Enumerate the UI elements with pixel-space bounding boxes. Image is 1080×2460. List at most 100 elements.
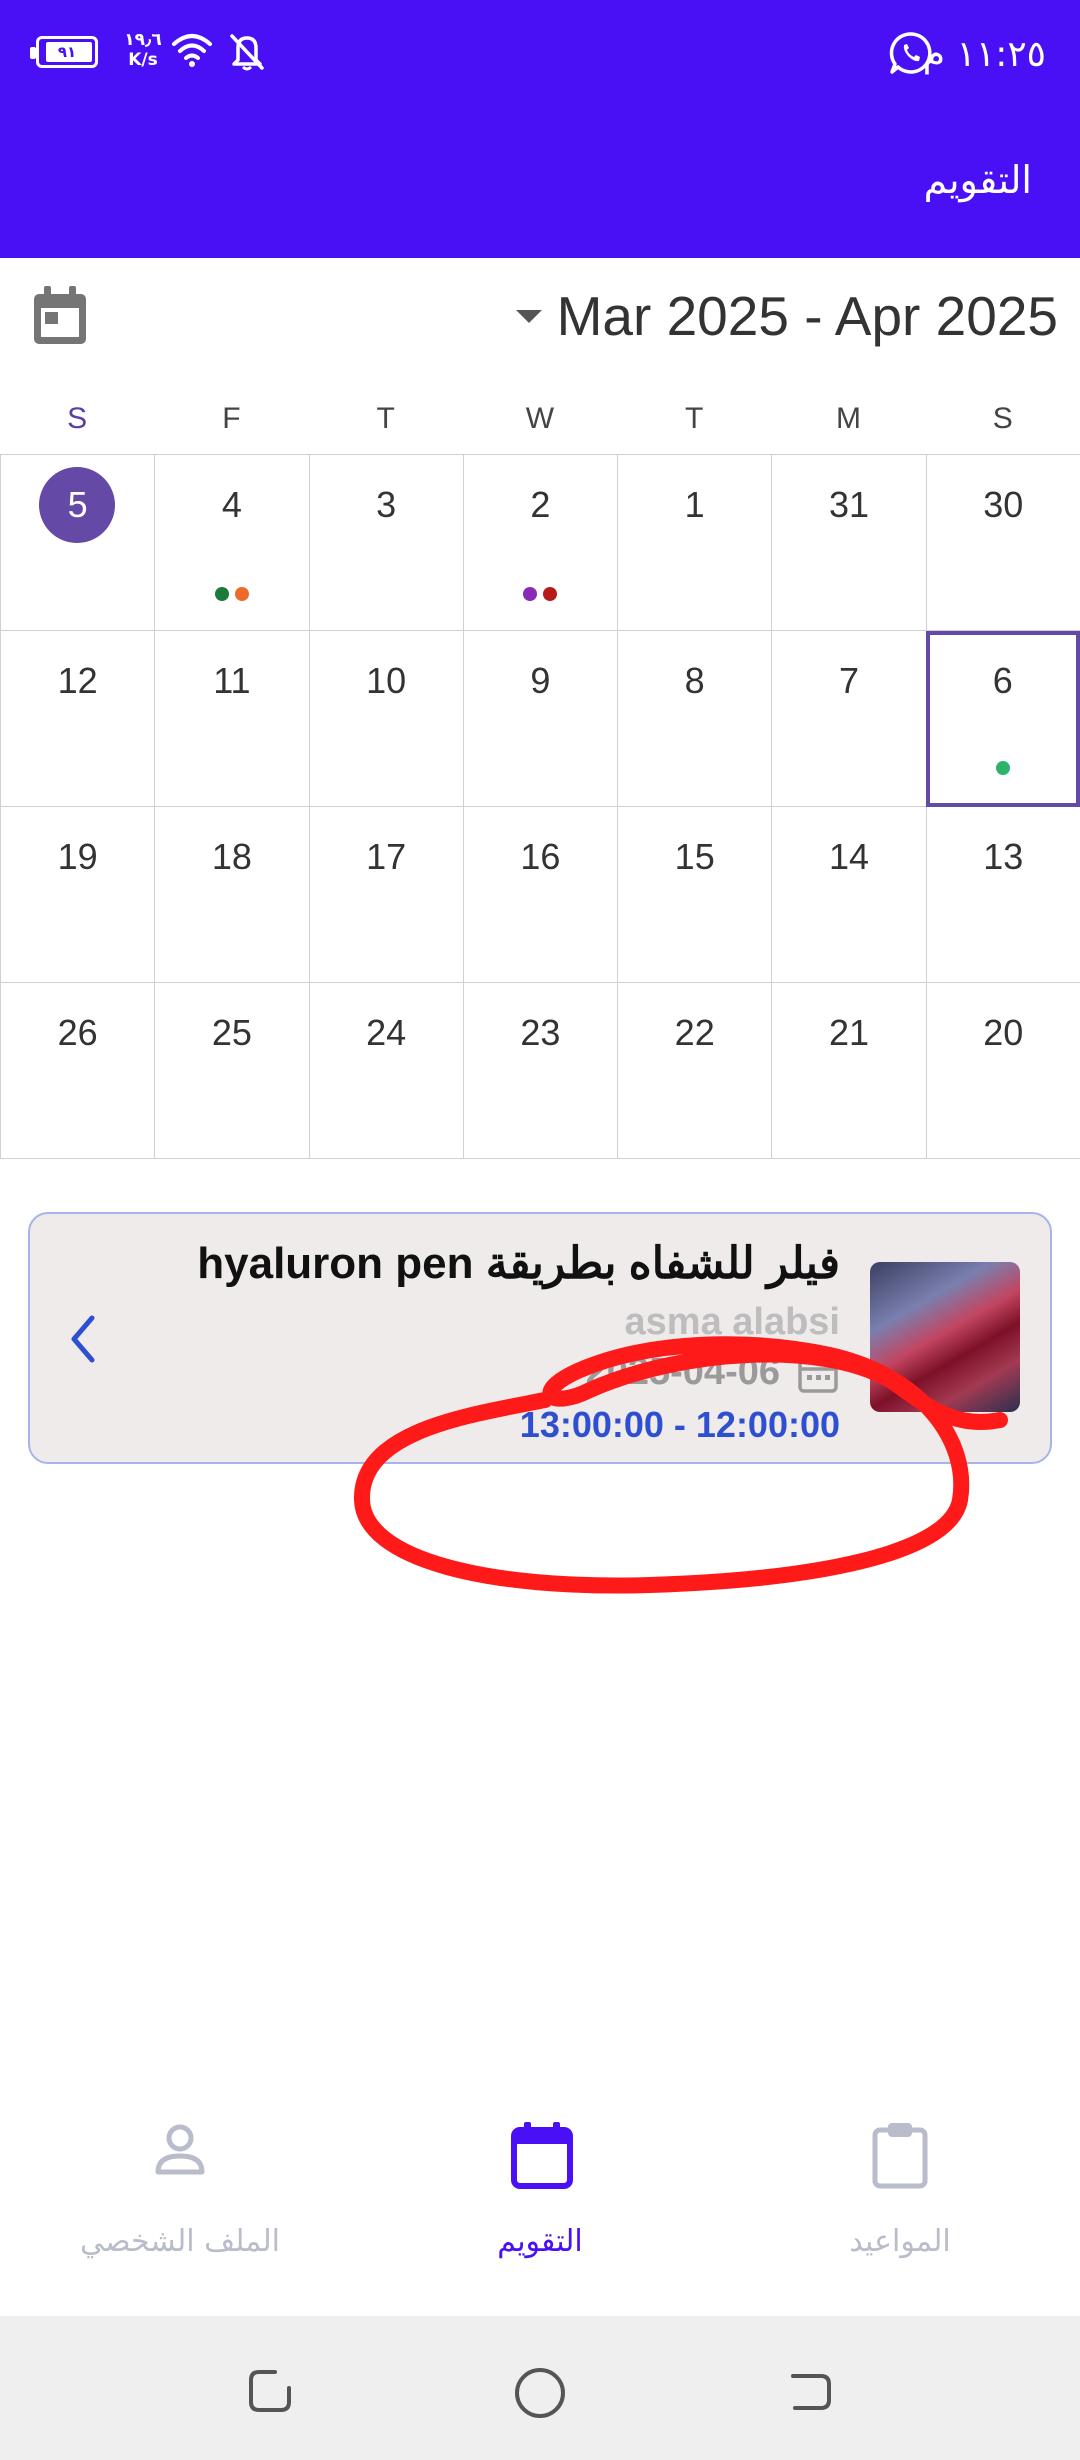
event-dot (234, 587, 249, 601)
top-bar: ٩١ ١٩٫٦ K/s ١١:٢٥ م التقويم (0, 0, 1080, 258)
battery-icon: ٩١ (30, 36, 98, 68)
weekday-label: T (376, 402, 395, 435)
nav-profile[interactable]: الملف الشخصي (30, 2090, 330, 2315)
event-dot (995, 761, 1010, 775)
day-number: 17 (366, 836, 407, 877)
calendar-day[interactable]: 12 (0, 631, 154, 807)
day-number: 19 (57, 836, 98, 877)
calendar-day[interactable]: 25 (154, 983, 308, 1159)
network-speed: ١٩٫٦ K/s (118, 30, 168, 70)
nav-appointments[interactable]: المواعيد (750, 2090, 1050, 2315)
appointment-title: فيلر للشفاه بطريقة hyaluron pen (197, 1239, 840, 1288)
page-title: التقويم (923, 158, 1032, 202)
weekday-label: M (835, 402, 861, 435)
calendar-day[interactable]: 10 (308, 631, 463, 807)
calendar-day[interactable]: 1 (617, 455, 771, 631)
calendar-week: 12 11 10 9 8 7 6 (0, 631, 1080, 807)
clock: ١١:٢٥ م (922, 34, 1046, 75)
calendar-grid: 5 4 3 2 1 31 30 12 11 10 9 8 7 6 19 18 1… (0, 454, 1080, 1159)
event-dots (930, 761, 1076, 775)
weekday-label: S (67, 402, 88, 435)
calendar-day[interactable]: 4 (154, 455, 308, 631)
calendar-day[interactable]: 20 (925, 983, 1080, 1159)
system-navigation-bar (0, 2316, 1080, 2460)
status-bar: ٩١ ١٩٫٦ K/s ١١:٢٥ م (0, 0, 1080, 110)
calendar-day[interactable]: 17 (308, 807, 463, 983)
nav-profile-label: الملف الشخصي (80, 2224, 280, 2259)
calendar-today-icon[interactable] (30, 284, 90, 348)
calendar-week: 5 4 3 2 1 31 30 (0, 455, 1080, 631)
chevron-left-icon[interactable] (68, 1314, 98, 1364)
day-number: 4 (221, 484, 242, 525)
calendar-day[interactable]: 3 (308, 455, 463, 631)
nav-calendar-label: التقويم (497, 2224, 583, 2259)
day-number: 6 (992, 660, 1013, 701)
nav-calendar[interactable]: التقويم (390, 2090, 690, 2315)
event-dot (214, 587, 229, 601)
recent-apps-icon[interactable] (245, 2366, 295, 2416)
day-number: 20 (983, 1012, 1024, 1053)
calendar-day[interactable]: 19 (0, 807, 154, 983)
event-dot (523, 587, 538, 601)
day-number: 26 (57, 1012, 98, 1053)
nav-appointments-label: المواعيد (849, 2224, 951, 2259)
calendar-day[interactable]: 8 (617, 631, 771, 807)
calendar-icon (511, 2122, 573, 2189)
calendar-day[interactable]: 24 (308, 983, 463, 1159)
calendar-day[interactable]: 13 (925, 807, 1080, 983)
day-number: 15 (674, 836, 715, 877)
day-number: 31 (828, 484, 869, 525)
day-number: 1 (684, 484, 705, 525)
day-number: 12 (57, 660, 98, 701)
calendar-day[interactable]: 26 (0, 983, 154, 1159)
calendar-day[interactable]: 18 (154, 807, 308, 983)
calendar-day[interactable]: 31 (771, 455, 925, 631)
back-icon[interactable] (785, 2366, 835, 2416)
calendar-day[interactable]: 5 (0, 455, 154, 631)
notifications-off-icon (230, 34, 264, 71)
day-number: 2 (530, 484, 551, 525)
calendar-day[interactable]: 16 (462, 807, 617, 983)
day-number: 18 (211, 836, 252, 877)
day-number: 8 (684, 660, 705, 701)
bottom-navigation: الملف الشخصي التقويم المواعيد (0, 2090, 1080, 2315)
month-range-selector[interactable]: Mar 2025 - Apr 2025 (557, 280, 1058, 352)
person-icon (155, 2124, 205, 2175)
calendar-day[interactable]: 21 (771, 983, 925, 1159)
weekday-label: T (685, 402, 704, 435)
weekday-label: S (992, 402, 1013, 435)
calendar-day[interactable]: 7 (771, 631, 925, 807)
event-dots (155, 587, 308, 601)
calendar-day[interactable]: 22 (617, 983, 771, 1159)
annotation-circle (353, 1336, 1008, 1594)
chevron-down-icon[interactable] (516, 310, 542, 323)
event-dot (543, 587, 558, 601)
day-number: 10 (366, 660, 407, 701)
calendar-day-selected[interactable]: 6 (925, 631, 1080, 807)
calendar-week: 26 25 24 23 22 21 20 (0, 983, 1080, 1159)
wifi-icon (172, 34, 212, 67)
day-number: 13 (983, 836, 1024, 877)
day-number: 14 (828, 836, 869, 877)
calendar-day[interactable]: 11 (154, 631, 308, 807)
clipboard-icon (872, 2123, 928, 2189)
day-number: 25 (211, 1012, 252, 1053)
home-icon[interactable] (513, 2366, 567, 2420)
day-number: 23 (520, 1012, 561, 1053)
calendar-day[interactable]: 2 (462, 455, 617, 631)
calendar-day[interactable]: 15 (617, 807, 771, 983)
calendar-day[interactable]: 30 (925, 455, 1080, 631)
calendar-day[interactable]: 14 (771, 807, 925, 983)
network-speed-value: ١٩٫٦ (124, 30, 162, 50)
weekday-label: F (222, 402, 241, 435)
day-number: 22 (674, 1012, 715, 1053)
day-number: 7 (838, 660, 859, 701)
calendar-day[interactable]: 9 (462, 631, 617, 807)
weekday-header: S F T W T M S (0, 384, 1080, 454)
event-dots (464, 587, 617, 601)
day-number: 5 (67, 484, 88, 525)
battery-level: ٩١ (57, 43, 77, 61)
day-number: 21 (828, 1012, 869, 1053)
day-number: 3 (376, 484, 397, 525)
calendar-day[interactable]: 23 (462, 983, 617, 1159)
